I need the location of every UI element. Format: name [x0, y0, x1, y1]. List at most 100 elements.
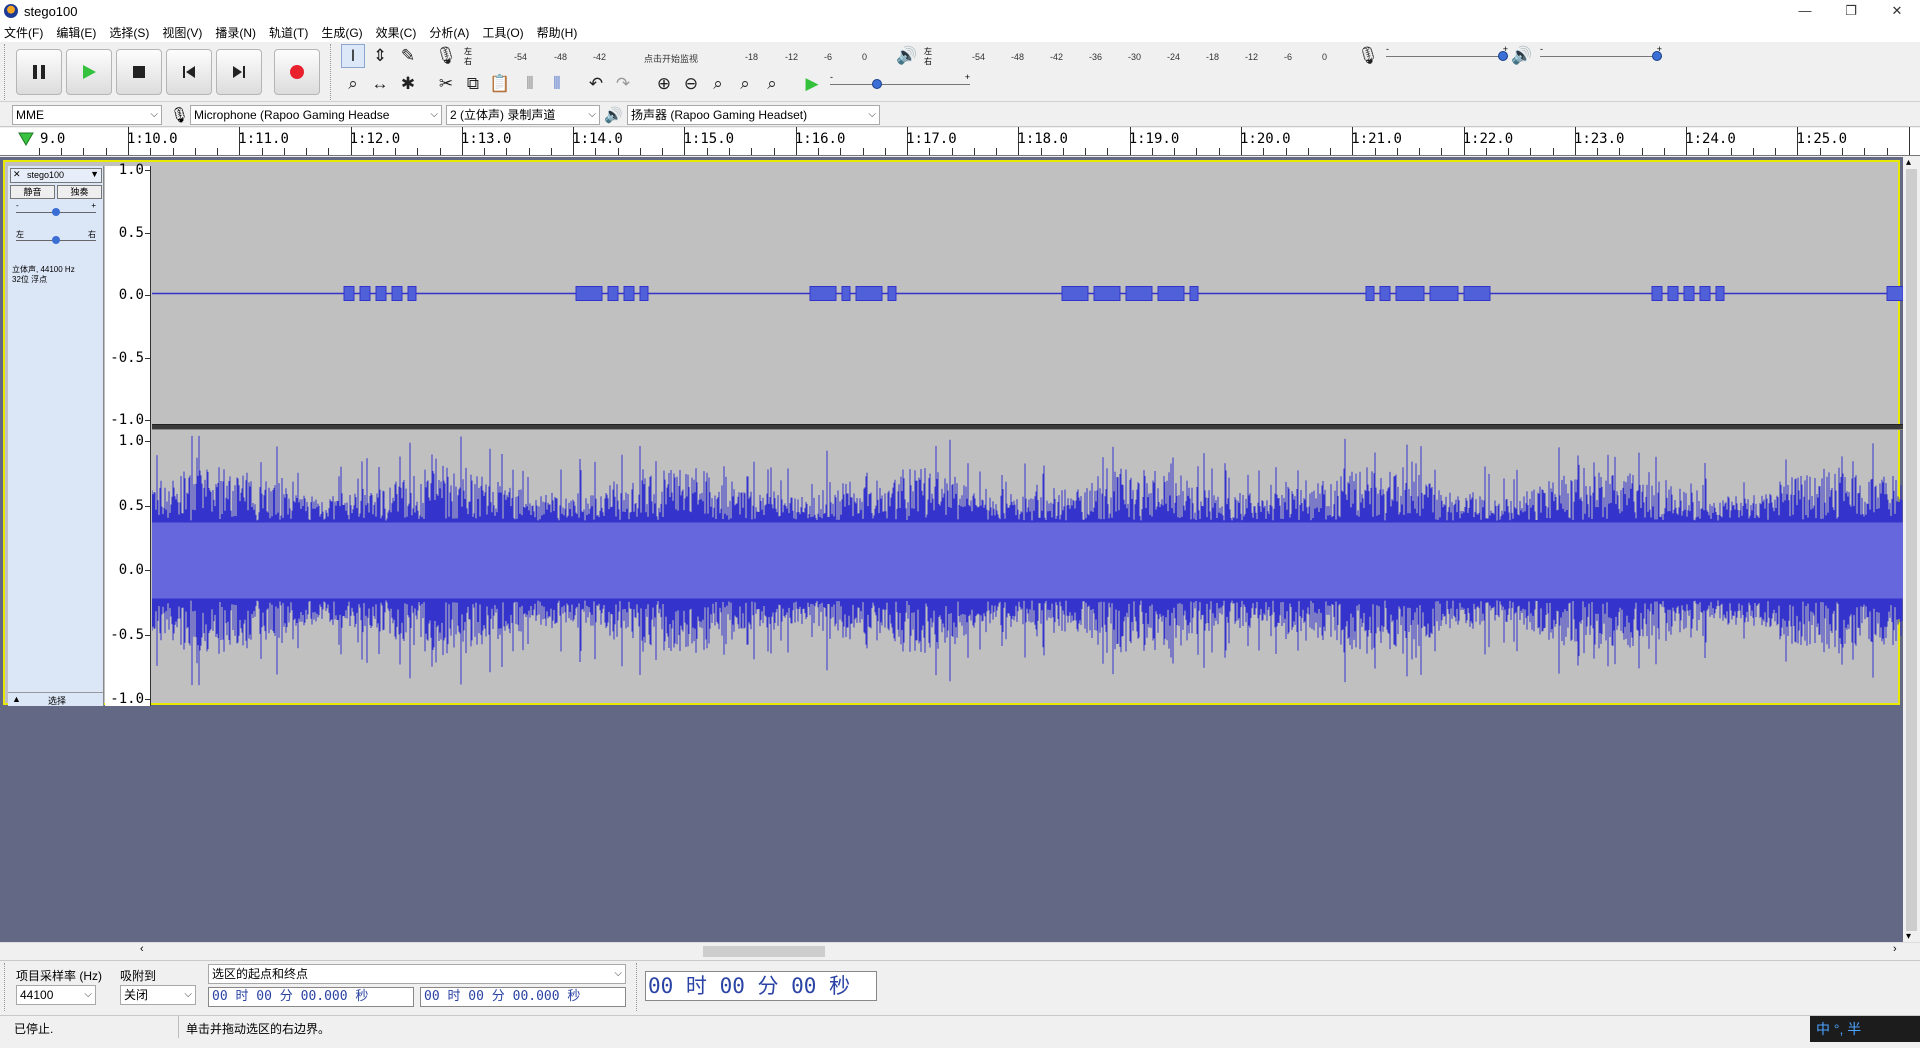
menu-tools[interactable]: 工具(O)	[482, 24, 523, 41]
track-control-panel[interactable]: ✕ stego100 ▼ 静音 独奏 - + 左 右 立体声, 44100 Hz…	[8, 166, 104, 706]
zoom-tool-icon[interactable]: ⌕	[341, 72, 365, 96]
playback-device-select[interactable]: 扬声器 (Rapoo Gaming Headset) ⌵	[627, 105, 880, 125]
toolbar-grip[interactable]	[636, 963, 639, 1011]
menu-select[interactable]: 选择(S)	[109, 24, 149, 41]
mute-button[interactable]: 静音	[10, 185, 55, 199]
scroll-down-icon[interactable]: ▾	[1906, 931, 1911, 942]
start-monitoring-label[interactable]: 点击开始监视	[644, 52, 698, 65]
horizontal-scrollbar[interactable]: ‹ ›	[0, 942, 1920, 959]
toolbar-grip[interactable]	[4, 44, 7, 100]
gain-slider[interactable]: - +	[16, 201, 96, 218]
fit-selection-icon[interactable]: ⌕	[706, 72, 730, 96]
play-icon	[83, 65, 96, 79]
horizontal-scroll-thumb[interactable]	[703, 946, 825, 957]
track-area[interactable]: ✕ stego100 ▼ 静音 独奏 - + 左 右 立体声, 44100 Hz…	[0, 157, 1903, 942]
menu-transport[interactable]: 播录(N)	[215, 24, 256, 41]
skip-start-icon	[183, 66, 195, 78]
ime-indicator[interactable]: 中 °, 半	[1810, 1016, 1920, 1042]
zoom-toggle-icon[interactable]: ⌕	[760, 72, 784, 96]
speaker-icon[interactable]: 🔊	[895, 44, 919, 68]
record-volume-slider[interactable]: - +	[1386, 44, 1508, 64]
silence-audio-icon[interactable]: ⫴	[545, 72, 569, 96]
ime-mode-label[interactable]: 中 °, 半	[1816, 1021, 1861, 1037]
microphone-icon[interactable]: 🎙	[434, 44, 458, 68]
track-close-icon[interactable]: ✕	[13, 169, 21, 180]
redo-icon[interactable]: ↷	[611, 72, 635, 96]
menu-effect[interactable]: 效果(C)	[376, 24, 417, 41]
right-channel-waveform[interactable]	[152, 432, 1903, 705]
recording-channels-select[interactable]: 2 (立体声) 录制声道 ⌵	[446, 105, 600, 125]
channel-separator[interactable]	[152, 424, 1903, 430]
play-head-icon[interactable]	[18, 132, 34, 146]
track-menu-chevron-icon[interactable]: ▼	[90, 169, 99, 179]
play-at-speed-icon[interactable]: ▶	[800, 72, 824, 96]
play-button[interactable]	[66, 49, 112, 95]
menu-generate[interactable]: 生成(G)	[321, 24, 362, 41]
record-meter[interactable]: 左 右 -54 -48 -42 点击开始监视 -18 -12 -6 0	[462, 46, 880, 68]
close-button[interactable]: ✕	[1874, 0, 1920, 22]
scroll-right-icon[interactable]: ›	[1893, 943, 1897, 955]
amplitude-label: -0.5	[110, 349, 144, 366]
copy-icon[interactable]: ⧉	[461, 72, 485, 96]
pause-button[interactable]	[16, 49, 62, 95]
menu-file[interactable]: 文件(F)	[4, 24, 43, 41]
scroll-up-icon[interactable]: ▴	[1906, 157, 1911, 168]
zoom-out-icon[interactable]: ⊖	[679, 72, 703, 96]
toolbar-grip[interactable]	[4, 963, 7, 1011]
toolbar-grip[interactable]	[330, 44, 333, 100]
pan-slider[interactable]: 左 右	[16, 230, 96, 246]
collapse-track-icon[interactable]: ▲	[12, 694, 21, 704]
zoom-in-icon[interactable]: ⊕	[652, 72, 676, 96]
selection-tool-icon[interactable]: I	[341, 44, 365, 68]
audio-track[interactable]: ✕ stego100 ▼ 静音 独奏 - + 左 右 立体声, 44100 Hz…	[3, 160, 1903, 707]
left-channel-waveform[interactable]	[152, 166, 1903, 423]
waveform-burst	[887, 286, 897, 301]
vertical-scroll-thumb[interactable]	[1906, 169, 1917, 931]
scroll-left-icon[interactable]: ‹	[140, 943, 144, 955]
restore-button[interactable]: ❐	[1828, 0, 1874, 22]
project-rate-select[interactable]: 44100 ⌵	[16, 985, 96, 1005]
trim-audio-icon[interactable]: ⫴	[518, 72, 542, 96]
track-name-menu[interactable]: stego100	[27, 170, 64, 180]
skip-to-start-button[interactable]	[166, 49, 212, 95]
time-shift-tool-icon[interactable]: ↔	[368, 72, 392, 96]
audio-position-time[interactable]: 00 时 00 分 00 秒	[645, 971, 877, 1001]
slider-max-label: +	[964, 72, 970, 82]
meter-tick-label: -48	[1011, 52, 1025, 62]
record-button[interactable]	[274, 49, 320, 95]
paste-icon[interactable]: 📋	[488, 72, 512, 96]
playback-meter[interactable]: 左 右 -54 -48 -42 -36 -30 -24 -18 -12 -6 0	[922, 46, 1340, 68]
selection-start-time[interactable]: 00 时 00 分 00.000 秒	[208, 987, 414, 1007]
gain-max-label: +	[91, 201, 96, 210]
play-speed-slider[interactable]: - +	[830, 72, 970, 92]
ruler-tick	[551, 148, 552, 155]
ruler-tick	[1063, 148, 1064, 155]
multi-tool-icon[interactable]: ✱	[396, 72, 420, 96]
cut-icon[interactable]: ✂	[434, 72, 458, 96]
selection-end-time[interactable]: 00 时 00 分 00.000 秒	[420, 987, 626, 1007]
minimize-button[interactable]: —	[1782, 0, 1828, 22]
project-rate-value: 44100	[20, 988, 54, 1002]
menu-edit[interactable]: 编辑(E)	[56, 24, 96, 41]
stop-button[interactable]	[116, 49, 162, 95]
fit-project-icon[interactable]: ⌕	[733, 72, 757, 96]
menu-analyze[interactable]: 分析(A)	[429, 24, 469, 41]
menu-help[interactable]: 帮助(H)	[537, 24, 578, 41]
draw-tool-icon[interactable]: ✎	[396, 44, 420, 68]
recording-device-select[interactable]: Microphone (Rapoo Gaming Headse ⌵	[190, 105, 442, 125]
playback-volume-slider[interactable]: - +	[1540, 44, 1662, 64]
solo-button[interactable]: 独奏	[57, 185, 102, 199]
menu-view[interactable]: 视图(V)	[162, 24, 202, 41]
amplitude-label: 0.0	[118, 562, 144, 578]
audio-host-select[interactable]: MME ⌵	[12, 105, 162, 125]
undo-icon[interactable]: ↶	[584, 72, 608, 96]
envelope-tool-icon[interactable]: ⇕	[368, 44, 392, 68]
vertical-scrollbar[interactable]: ▴ ▾	[1903, 157, 1920, 942]
snap-to-select[interactable]: 关闭 ⌵	[120, 985, 196, 1005]
recording-channels-value: 2 (立体声) 录制声道	[450, 108, 556, 122]
skip-to-end-button[interactable]	[216, 49, 262, 95]
select-track-button[interactable]: 选择	[48, 694, 66, 707]
selection-mode-select[interactable]: 选区的起点和终点 ⌵	[208, 964, 626, 984]
menu-tracks[interactable]: 轨道(T)	[269, 24, 308, 41]
timeline-ruler[interactable]: 9.0 1:10.0 1:11.0 1:12.0 1:13.0 1:14.0 1:15.0 1…	[0, 127, 1920, 156]
